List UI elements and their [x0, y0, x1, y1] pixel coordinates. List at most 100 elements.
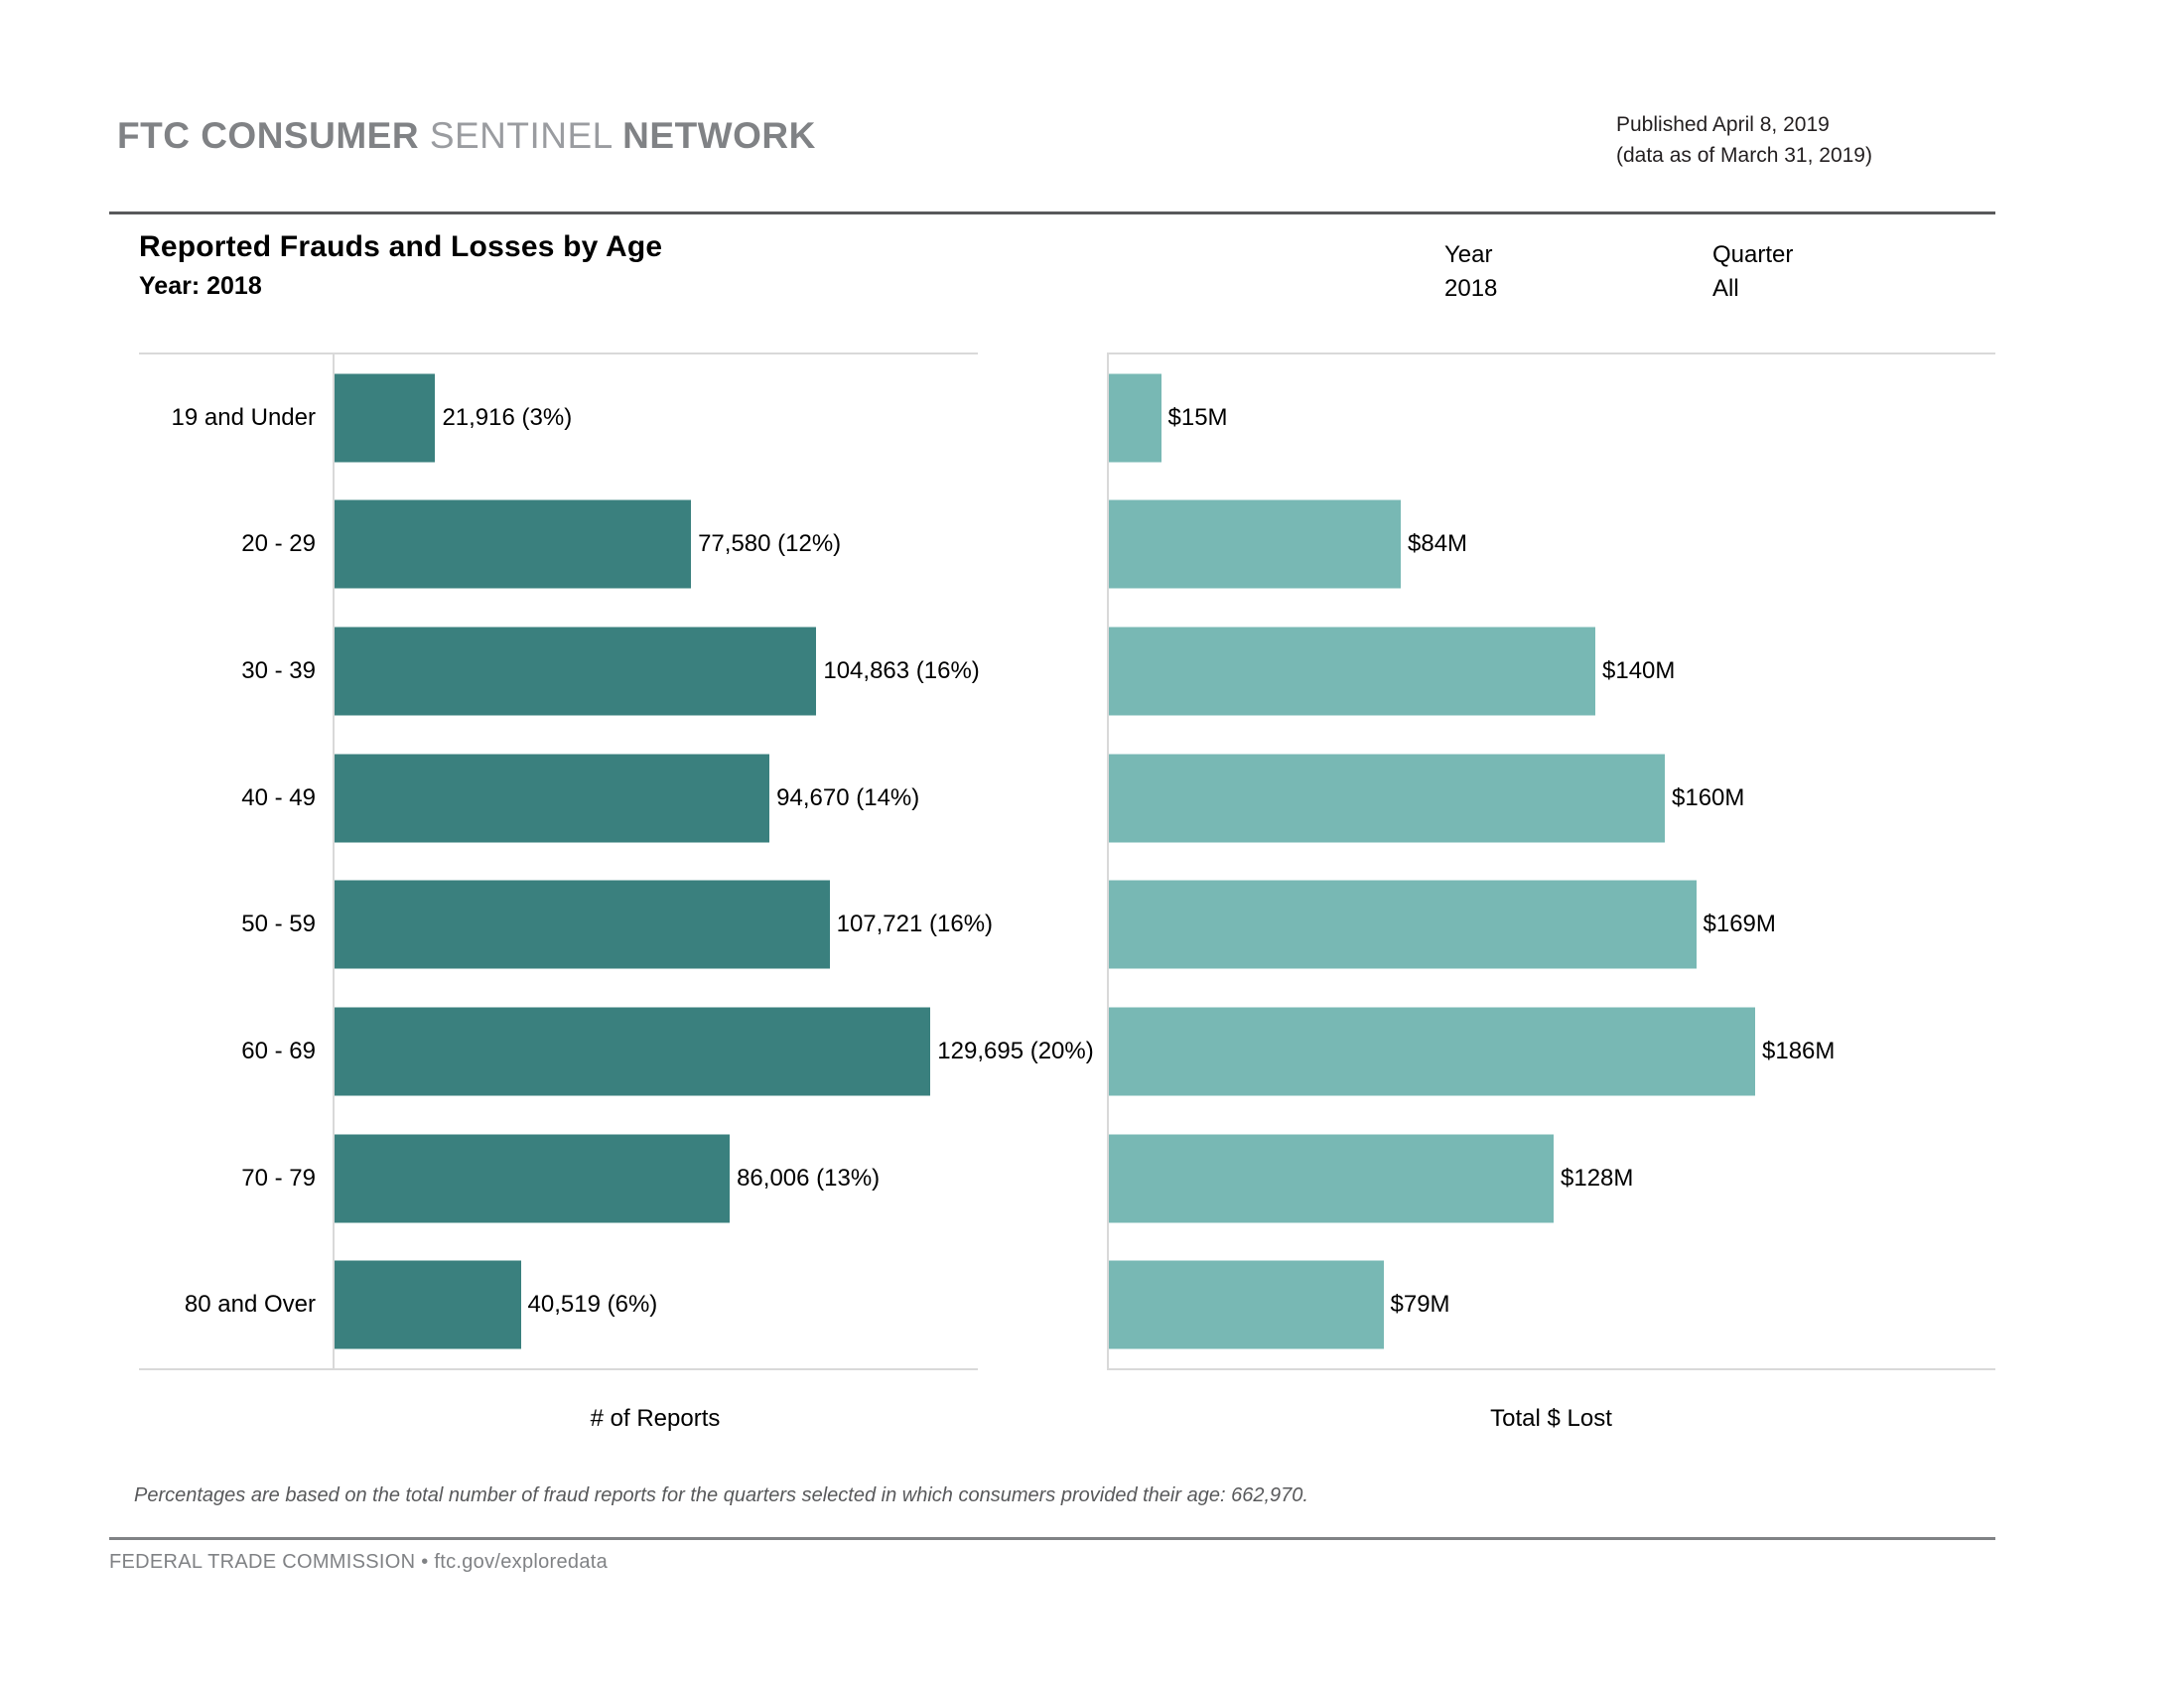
bar-row: 20 - 29 77,580 (12%) [139, 482, 978, 609]
bar-row: 70 - 79 86,006 (13%) [139, 1115, 978, 1242]
bar[interactable] [1109, 373, 1161, 463]
footer-divider [109, 1537, 1995, 1540]
bar-value-label: $140M [1602, 657, 1676, 685]
bar-value-label: $186M [1762, 1037, 1836, 1064]
bar-row: 30 - 39 104,863 (16%) [139, 608, 980, 735]
bar-wrap: 86,006 (13%) [335, 1115, 978, 1242]
bar[interactable] [335, 1260, 521, 1349]
bar-wrap: $169M [1109, 862, 1995, 989]
bar-value-label: $79M [1390, 1291, 1450, 1319]
bar[interactable] [335, 627, 817, 716]
bar-row: $79M [1107, 1241, 1995, 1368]
bar-value-label: $15M [1167, 403, 1228, 431]
axis-title-losses: Total $ Lost [1490, 1405, 1612, 1432]
filter-year-label: Year [1444, 241, 1493, 268]
panel-reports: 19 and Under 21,916 (3%) 20 - 29 77,580 (12… [139, 352, 1094, 1432]
bar-value-label: 104,863 (16%) [823, 657, 980, 685]
category-label: 20 - 29 [241, 530, 316, 558]
bar-value-label: 86,006 (13%) [737, 1164, 881, 1192]
panel-losses: $15M $84M $140M $160M $169M $186M $128M $79M To… [1107, 352, 1995, 1432]
category-label: 40 - 49 [241, 783, 316, 811]
bar-wrap: 94,670 (14%) [335, 735, 978, 862]
bar[interactable] [335, 499, 692, 589]
bar-value-label: $128M [1561, 1164, 1634, 1192]
bar-row: 50 - 59 107,721 (16%) [139, 862, 993, 989]
bar-value-label: 21,916 (3%) [442, 403, 573, 431]
bar-wrap: 21,916 (3%) [335, 354, 978, 482]
bar-rows-reports: 19 and Under 21,916 (3%) 20 - 29 77,580 (12… [139, 354, 1094, 1368]
bar-wrap: 40,519 (6%) [335, 1241, 978, 1368]
bar[interactable] [1109, 627, 1595, 716]
bar-wrap: 107,721 (16%) [335, 862, 993, 989]
bar-wrap: 104,863 (16%) [335, 608, 980, 735]
header-divider [109, 211, 1995, 214]
filter-quarter[interactable]: Quarter All [1712, 238, 1793, 306]
publication-info: Published April 8, 2019 (data as of Marc… [1616, 109, 1993, 171]
filter-year-value[interactable]: 2018 [1444, 272, 1497, 306]
bar-value-label: $169M [1703, 911, 1776, 938]
category-label: 70 - 79 [241, 1164, 316, 1192]
bar-row: 19 and Under 21,916 (3%) [139, 354, 978, 482]
chart-area: 19 and Under 21,916 (3%) 20 - 29 77,580 (12… [139, 352, 1995, 1432]
bar-wrap: $160M [1109, 735, 1995, 862]
data-as-of-date: (data as of March 31, 2019) [1616, 144, 1872, 167]
page-header: FTC CONSUMER SENTINEL NETWORK Published … [117, 109, 1993, 189]
title-block: Reported Frauds and Losses by Age Year: … [139, 230, 662, 301]
bar-row: $169M [1107, 862, 1995, 989]
page-subtitle: Year: 2018 [139, 272, 262, 300]
bar-row: $186M [1107, 988, 1995, 1115]
bar[interactable] [1109, 1007, 1755, 1096]
bar-wrap: 129,695 (20%) [335, 988, 1094, 1115]
category-label: 50 - 59 [241, 911, 316, 938]
bar-value-label: $160M [1672, 783, 1745, 811]
bar[interactable] [335, 754, 770, 843]
bar-row: 60 - 69 129,695 (20%) [139, 988, 1094, 1115]
filter-quarter-label: Quarter [1712, 241, 1794, 268]
page-title: Reported Frauds and Losses by Age [139, 230, 663, 263]
category-label: 80 and Over [184, 1291, 316, 1319]
report-page: FTC CONSUMER SENTINEL NETWORK Published … [0, 0, 2184, 1688]
bar-value-label: 40,519 (6%) [527, 1291, 658, 1319]
bar-wrap: $128M [1109, 1115, 1995, 1242]
bar-row: $128M [1107, 1115, 1995, 1242]
bar-row: 40 - 49 94,670 (14%) [139, 735, 978, 862]
bar-row: $84M [1107, 482, 1995, 609]
bar[interactable] [1109, 880, 1697, 969]
footnote: Percentages are based on the total numbe… [134, 1484, 1308, 1506]
bar[interactable] [1109, 1260, 1384, 1349]
bar-wrap: $186M [1109, 988, 1995, 1115]
bar-value-label: 129,695 (20%) [937, 1037, 1094, 1064]
bar-value-label: $84M [1408, 530, 1468, 558]
panel-bottom-rule [1107, 1368, 1995, 1370]
bar-row: $15M [1107, 354, 1995, 482]
category-label: 19 and Under [171, 403, 316, 431]
bar[interactable] [1109, 754, 1665, 843]
category-label: 30 - 39 [241, 657, 316, 685]
bar[interactable] [1109, 1134, 1554, 1223]
bar-wrap: $84M [1109, 482, 1995, 609]
bar[interactable] [335, 1134, 731, 1223]
bar-wrap: 77,580 (12%) [335, 482, 978, 609]
bar[interactable] [1109, 499, 1401, 589]
bar[interactable] [335, 880, 830, 969]
panel-bottom-rule [139, 1368, 978, 1370]
bar-row: 80 and Over 40,519 (6%) [139, 1241, 978, 1368]
filter-year[interactable]: Year 2018 [1444, 238, 1497, 306]
published-date: Published April 8, 2019 [1616, 113, 1830, 136]
filter-quarter-value[interactable]: All [1712, 272, 1793, 306]
bar-rows-losses: $15M $84M $140M $160M $169M $186M $128M $79M [1107, 354, 1995, 1368]
bar-value-label: 77,580 (12%) [698, 530, 842, 558]
brand-part-3: NETWORK [622, 115, 816, 156]
axis-title-reports: # of Reports [590, 1405, 721, 1432]
bar-row: $140M [1107, 608, 1995, 735]
footer-text: FEDERAL TRADE COMMISSION • ftc.gov/explo… [109, 1551, 609, 1573]
bar[interactable] [335, 1007, 931, 1096]
ftc-sentinel-logo: FTC CONSUMER SENTINEL NETWORK [117, 115, 816, 157]
bar-value-label: 107,721 (16%) [836, 911, 994, 938]
brand-part-1: FTC CONSUMER [117, 115, 420, 156]
bar-wrap: $79M [1109, 1241, 1995, 1368]
category-label: 60 - 69 [241, 1037, 316, 1064]
brand-part-2: SENTINEL [429, 115, 613, 156]
bar-wrap: $140M [1109, 608, 1995, 735]
bar[interactable] [335, 373, 436, 463]
